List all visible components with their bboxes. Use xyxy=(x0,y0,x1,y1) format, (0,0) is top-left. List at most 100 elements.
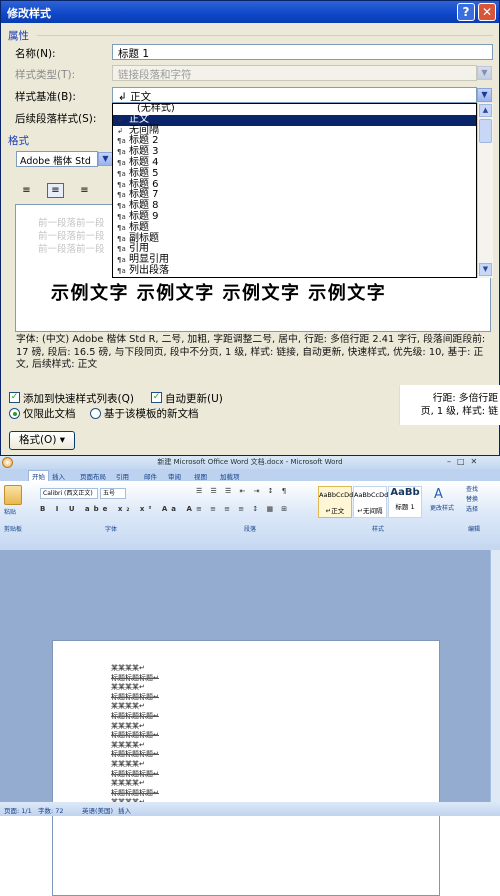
help-icon[interactable]: ? xyxy=(457,3,475,21)
chevron-down-icon[interactable]: ▼ xyxy=(477,66,492,80)
office-button-icon[interactable] xyxy=(2,457,13,468)
dropdown-scrollbar[interactable]: ▲ ▼ xyxy=(477,103,493,278)
word-title-bar: 新建 Microsoft Office Word 文档.docx - Micro… xyxy=(0,456,500,469)
next-style-label: 后续段落样式(S): xyxy=(15,113,97,125)
document-line[interactable]: 标题标题标题↵ xyxy=(111,769,159,779)
dropdown-option[interactable]: ¶a 标题 5 xyxy=(113,168,476,180)
ribbon-tab[interactable]: 引用 xyxy=(116,471,129,481)
document-line[interactable]: 某某某某↵ xyxy=(111,759,145,769)
linked-style-icon: ¶a xyxy=(117,180,126,189)
scroll-up-icon[interactable]: ▲ xyxy=(479,104,492,117)
dropdown-option[interactable]: ¶a 标题 8 xyxy=(113,200,476,212)
linked-style-icon: ¶a xyxy=(117,266,126,275)
quick-style-heading1[interactable]: AaBb 标题 1 xyxy=(388,486,422,518)
document-page[interactable]: 某某某某↵ 标题标题标题↵ 某某某某↵ 标题标题标题↵ 某某某某↵ 标题标题标题↵ 某某某某… xyxy=(52,640,440,896)
group-label-styles: 样式 xyxy=(372,526,385,533)
replace-button[interactable]: 替换 xyxy=(466,495,478,505)
status-mode[interactable]: 插入 xyxy=(118,805,131,815)
dropdown-option[interactable]: (无样式) xyxy=(113,104,476,115)
group-label-clipboard: 剪贴板 xyxy=(4,526,23,533)
style-name: 标题 1 xyxy=(395,503,415,511)
ribbon-tab[interactable]: 邮件 xyxy=(144,471,157,481)
close-icon[interactable]: ✕ xyxy=(478,3,496,21)
window-controls-icon[interactable]: –□✕ xyxy=(447,457,483,466)
ribbon-tab[interactable]: 插入 xyxy=(52,471,65,481)
previous-paragraph-text: 前一段落前一段 xyxy=(38,244,105,255)
ribbon-tab[interactable]: 加载项 xyxy=(220,471,240,481)
document-scrollbar[interactable] xyxy=(490,550,500,802)
dropdown-option[interactable]: ¶a 标题 7 xyxy=(113,189,476,201)
scroll-thumb[interactable] xyxy=(479,119,492,143)
status-page[interactable]: 页面: 1/1 xyxy=(4,805,32,815)
option-label: 标题 2 xyxy=(129,135,159,147)
find-button[interactable]: 查找 xyxy=(466,485,478,495)
dropdown-option[interactable]: ¶a 标题 3 xyxy=(113,146,476,158)
format-menu-button[interactable]: 格式(O) ▾ xyxy=(9,431,75,450)
status-words[interactable]: 字数: 72 xyxy=(38,805,64,815)
chevron-down-icon[interactable]: ▼ xyxy=(477,88,492,102)
paragraph-align-icons[interactable]: ≡ ≡ ≡ ≡ ↕ ▦ ⊞ xyxy=(196,505,290,513)
dropdown-option[interactable]: ¶a 列出段落 xyxy=(113,265,476,277)
ribbon-tab[interactable]: 审阅 xyxy=(168,471,181,481)
dropdown-option[interactable]: ¶a 副标题 xyxy=(113,233,476,245)
font-name-select[interactable]: Calibri (西文正文) xyxy=(40,488,98,499)
dropdown-option[interactable]: ¶a 标题 2 xyxy=(113,135,476,147)
paragraph-mark-icon: ↲ xyxy=(117,115,123,124)
document-line[interactable]: 标题标题标题↵ xyxy=(111,692,159,702)
option-label: 标题 xyxy=(129,221,149,233)
document-line[interactable]: 某某某某↵ xyxy=(111,682,145,692)
document-line[interactable]: 标题标题标题↵ xyxy=(111,730,159,740)
document-line[interactable]: 某某某某↵ xyxy=(111,663,145,673)
document-line[interactable]: 标题标题标题↵ xyxy=(111,711,159,721)
change-styles-label[interactable]: 更改样式 xyxy=(430,503,454,512)
section-divider xyxy=(37,35,493,36)
quick-style-no-spacing[interactable]: AaBbCcDd ↵无间隔 xyxy=(353,486,388,518)
status-language[interactable]: 英语(美国) xyxy=(82,805,113,815)
document-line[interactable]: 某某某某↵ xyxy=(111,740,145,750)
auto-update-checkbox[interactable]: ✓ xyxy=(151,392,162,403)
chevron-down-icon[interactable]: ▼ xyxy=(98,152,113,166)
document-line[interactable]: 标题标题标题↵ xyxy=(111,673,159,683)
option-label: (无样式) xyxy=(137,103,175,114)
group-label-font: 字体 xyxy=(105,526,118,533)
change-styles-icon[interactable]: A xyxy=(434,487,443,502)
align-left-icon[interactable]: ≡ xyxy=(18,183,35,198)
list-icons[interactable]: ☰ ☰ ☰ ⇤ ⇥ ↕ ¶ xyxy=(196,487,289,495)
add-quick-style-label: 添加到快速样式列表(Q) xyxy=(23,393,134,405)
dropdown-option[interactable]: ↲ 无间隔 xyxy=(113,125,476,137)
document-line[interactable]: 某某某某↵ xyxy=(111,701,145,711)
font-select[interactable]: Adobe 楷体 Std xyxy=(16,151,98,167)
add-quick-style-checkbox[interactable]: ✓ xyxy=(9,392,20,403)
font-size-select[interactable]: 五号 xyxy=(100,488,126,499)
option-label: 标题 4 xyxy=(129,156,159,168)
dropdown-option[interactable]: ¶a 标题 6 xyxy=(113,179,476,191)
quick-style-normal[interactable]: AaBbCcDd ↵正文 xyxy=(318,486,353,518)
dropdown-option[interactable]: ¶a 标题 4 xyxy=(113,156,476,169)
style-name: ↵无间隔 xyxy=(357,507,383,515)
new-docs-radio[interactable] xyxy=(90,408,101,419)
option-label: 正文 xyxy=(129,113,149,125)
name-field[interactable]: 标题 1 xyxy=(112,44,493,60)
based-on-select[interactable]: ↲ 正文 xyxy=(112,87,477,103)
dropdown-option[interactable]: ¶a 标题 9 xyxy=(113,211,476,223)
align-right-icon[interactable]: ≡ xyxy=(76,183,93,198)
only-this-doc-radio[interactable] xyxy=(9,408,20,419)
sample-text: 示例文字 示例文字 示例文字 示例文字 xyxy=(51,283,387,304)
document-line[interactable]: 标题标题标题↵ xyxy=(111,788,159,798)
align-center-icon[interactable]: ≡ xyxy=(47,183,64,198)
ribbon-tab[interactable]: 页面布局 xyxy=(80,471,106,481)
select-button[interactable]: 选择 xyxy=(466,505,478,515)
dropdown-option[interactable]: ¶a 标题 xyxy=(113,221,476,234)
font-format-icons[interactable]: B I U abe x₂ x² Aa A xyxy=(40,505,196,513)
dropdown-option[interactable]: ↲ 正文 xyxy=(113,113,476,126)
document-line[interactable]: 某某某某↵ xyxy=(111,721,145,731)
style-type-select[interactable]: 链接段落和字符 xyxy=(112,65,477,81)
name-label: 名称(N): xyxy=(15,48,56,60)
linked-style-icon: ¶a xyxy=(117,234,126,243)
ribbon-tab[interactable]: 视图 xyxy=(194,471,207,481)
based-on-dropdown-list[interactable]: (无样式) ↲ 正文 ↲ 无间隔 ¶a 标题 2 ¶a 标题 3 ¶a 标题 4 ¶a 标题 5 ¶a 标题… xyxy=(112,103,477,278)
document-line[interactable]: 标题标题标题↵ xyxy=(111,749,159,759)
paste-icon[interactable] xyxy=(4,485,22,505)
document-line[interactable]: 某某某某↵ xyxy=(111,778,145,788)
scroll-down-icon[interactable]: ▼ xyxy=(479,263,492,276)
